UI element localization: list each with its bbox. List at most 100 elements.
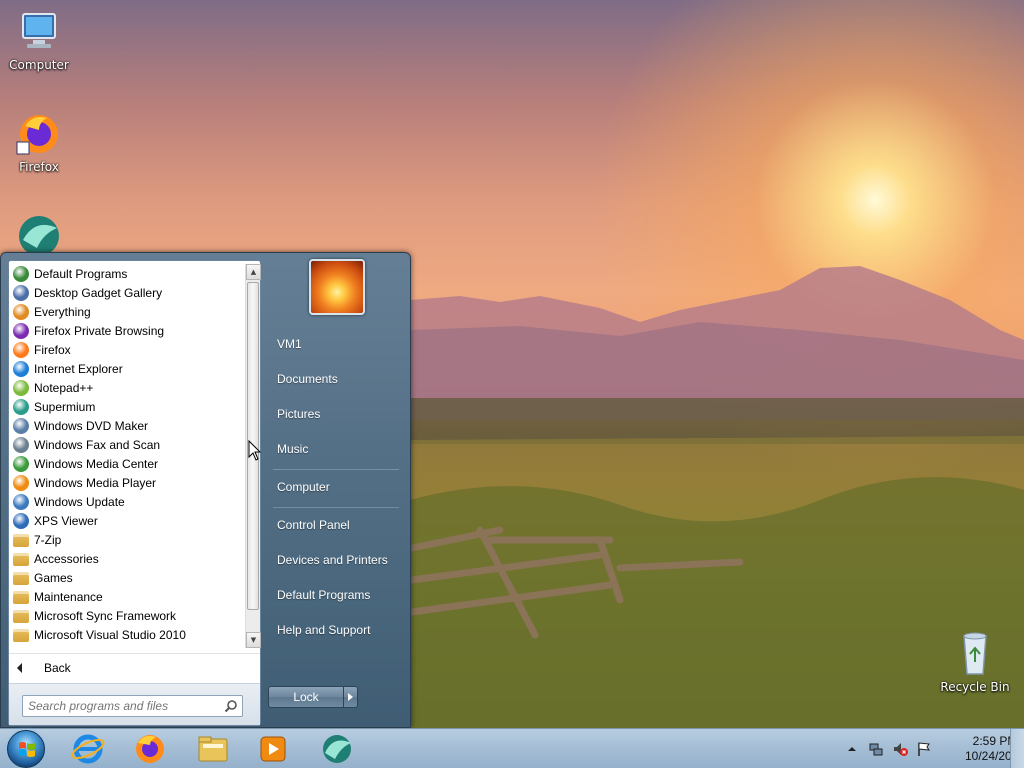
right-item-pictures[interactable]: Pictures bbox=[269, 400, 403, 428]
user-picture[interactable] bbox=[309, 259, 365, 315]
program-label: 7-Zip bbox=[34, 532, 62, 547]
gadget-gallery-icon bbox=[13, 284, 29, 301]
search-input[interactable] bbox=[23, 696, 219, 716]
fax-scan-icon bbox=[13, 436, 29, 453]
program-item[interactable]: Windows DVD Maker bbox=[9, 416, 245, 435]
start-search-box[interactable] bbox=[22, 695, 243, 717]
computer-icon bbox=[22, 13, 56, 48]
folder-icon bbox=[13, 610, 29, 623]
taskbar-firefox[interactable] bbox=[130, 731, 170, 767]
desktop-icon-label: Firefox bbox=[19, 160, 59, 174]
internet-explorer-icon bbox=[71, 734, 105, 764]
windows-logo-icon bbox=[19, 742, 35, 757]
program-label: Microsoft Visual Studio 2010 bbox=[34, 627, 186, 642]
firefox-icon bbox=[13, 341, 29, 358]
media-player-icon bbox=[13, 474, 29, 491]
program-label: Firefox bbox=[34, 342, 71, 357]
desktop-icon-recycle-bin[interactable]: Recycle Bin bbox=[937, 630, 1013, 694]
program-item[interactable]: Microsoft Sync Framework bbox=[9, 606, 245, 625]
program-label: Windows Media Center bbox=[34, 456, 159, 471]
right-item-devices-printers[interactable]: Devices and Printers bbox=[269, 546, 403, 574]
folder-icon bbox=[13, 553, 29, 566]
program-item[interactable]: Games bbox=[9, 568, 245, 587]
program-item[interactable]: Firefox Private Browsing bbox=[9, 321, 245, 340]
program-label: Firefox Private Browsing bbox=[34, 323, 165, 338]
program-item[interactable]: Notepad++ bbox=[9, 378, 245, 397]
program-item[interactable]: XPS Viewer bbox=[9, 511, 245, 530]
show-hidden-icons-icon[interactable] bbox=[844, 741, 860, 757]
taskbar-internet-explorer[interactable] bbox=[68, 731, 108, 767]
folder-icon bbox=[13, 572, 29, 585]
program-label: Everything bbox=[34, 304, 91, 319]
start-menu: Default Programs Desktop Gadget Gallery Ev… bbox=[0, 252, 411, 728]
program-item[interactable]: Maintenance bbox=[9, 587, 245, 606]
action-center-flag-icon[interactable] bbox=[916, 741, 932, 757]
program-item[interactable]: Everything bbox=[9, 302, 245, 321]
scroll-up-button[interactable]: ▲ bbox=[246, 264, 261, 280]
shutdown-options-arrow[interactable] bbox=[344, 686, 358, 708]
separator bbox=[273, 469, 399, 470]
notepadpp-icon bbox=[13, 379, 29, 396]
desktop-icon-computer[interactable]: Computer bbox=[1, 8, 77, 72]
supermium-icon bbox=[323, 735, 351, 763]
lock-button[interactable]: Lock bbox=[268, 686, 344, 708]
media-center-icon bbox=[13, 455, 29, 472]
start-menu-programs-pane: Default Programs Desktop Gadget Gallery Ev… bbox=[8, 260, 261, 726]
program-item[interactable]: Windows Media Center bbox=[9, 454, 245, 473]
program-item[interactable]: Firefox bbox=[9, 340, 245, 359]
program-item[interactable]: Microsoft Visual Studio 2010 bbox=[9, 625, 245, 644]
program-label: Microsoft Sync Framework bbox=[34, 608, 177, 623]
taskbar-supermium[interactable] bbox=[317, 731, 357, 767]
program-item[interactable]: Internet Explorer bbox=[9, 359, 245, 378]
right-item-computer[interactable]: Computer bbox=[269, 473, 403, 501]
right-item-default-programs[interactable]: Default Programs bbox=[269, 581, 403, 609]
search-icon[interactable] bbox=[224, 699, 238, 713]
program-label: Maintenance bbox=[34, 589, 103, 604]
file-explorer-icon bbox=[198, 736, 228, 762]
program-label: Supermium bbox=[34, 399, 96, 414]
windows-update-icon bbox=[13, 493, 29, 510]
recycle-bin-icon bbox=[963, 632, 987, 675]
program-label: Notepad++ bbox=[34, 380, 94, 395]
everything-icon bbox=[13, 303, 29, 320]
show-desktop-button[interactable] bbox=[1010, 729, 1024, 768]
volume-muted-icon[interactable] bbox=[892, 741, 908, 757]
program-item[interactable]: Desktop Gadget Gallery bbox=[9, 283, 245, 302]
start-button[interactable] bbox=[7, 730, 45, 768]
right-item-user[interactable]: VM1 bbox=[269, 330, 403, 358]
xps-viewer-icon bbox=[13, 512, 29, 529]
mouse-cursor-icon bbox=[248, 440, 262, 461]
right-item-control-panel[interactable]: Control Panel bbox=[269, 511, 403, 539]
start-search-area bbox=[9, 683, 260, 725]
program-item[interactable]: Accessories bbox=[9, 549, 245, 568]
program-item[interactable]: Default Programs bbox=[9, 264, 245, 283]
program-item[interactable]: Windows Fax and Scan bbox=[9, 435, 245, 454]
back-arrow-icon bbox=[17, 662, 22, 673]
folder-icon bbox=[13, 629, 29, 642]
back-button[interactable]: Back bbox=[9, 653, 260, 681]
program-item[interactable]: Windows Update bbox=[9, 492, 245, 511]
network-icon[interactable] bbox=[868, 741, 884, 757]
right-item-music[interactable]: Music bbox=[269, 435, 403, 463]
right-item-help-support[interactable]: Help and Support bbox=[269, 616, 403, 644]
program-item[interactable]: Windows Media Player bbox=[9, 473, 245, 492]
right-item-documents[interactable]: Documents bbox=[269, 365, 403, 393]
separator bbox=[273, 507, 399, 508]
program-label: Desktop Gadget Gallery bbox=[34, 285, 163, 300]
program-label: Accessories bbox=[34, 551, 99, 566]
program-item[interactable]: 7-Zip bbox=[9, 530, 245, 549]
program-label: Windows Fax and Scan bbox=[34, 437, 161, 452]
scroll-down-button[interactable]: ▼ bbox=[246, 632, 261, 648]
desktop-icon-firefox[interactable]: Firefox bbox=[1, 110, 77, 174]
supermium-icon bbox=[13, 398, 29, 415]
taskbar-media-player[interactable] bbox=[253, 731, 293, 767]
program-label: Windows Media Player bbox=[34, 475, 157, 490]
taskbar-file-explorer[interactable] bbox=[193, 731, 233, 767]
program-item[interactable]: Supermium bbox=[9, 397, 245, 416]
media-player-icon bbox=[260, 736, 286, 762]
all-programs-list: Default Programs Desktop Gadget Gallery Ev… bbox=[9, 264, 245, 648]
program-label: Internet Explorer bbox=[34, 361, 123, 376]
program-label: Games bbox=[34, 570, 73, 585]
start-menu-places-pane: VM1 Documents Pictures Music Computer Co… bbox=[263, 253, 410, 727]
firefox-private-icon bbox=[13, 322, 29, 339]
